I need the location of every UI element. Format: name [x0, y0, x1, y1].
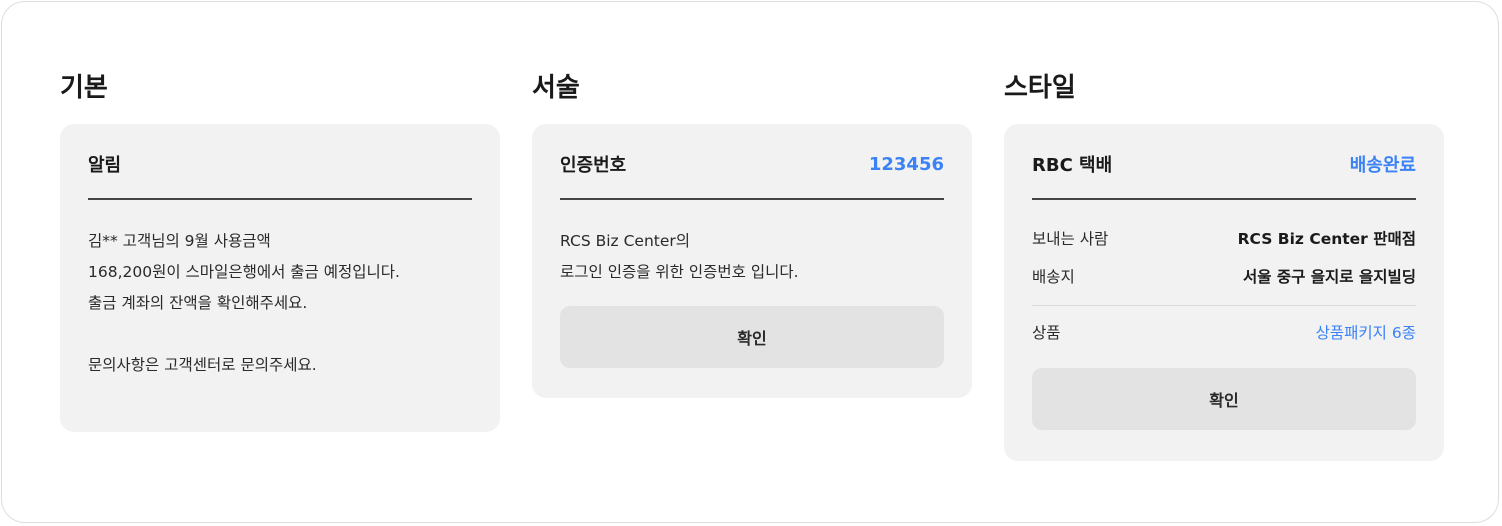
body-line: RCS Biz Center의 — [560, 232, 691, 250]
info-key: 보내는 사람 — [1032, 230, 1109, 248]
info-key: 상품 — [1032, 324, 1061, 342]
info-divider — [1032, 305, 1416, 306]
descriptive-card-body: RCS Biz Center의 로그인 인증을 위한 인증번호 입니다. — [560, 200, 944, 288]
info-value: RCS Biz Center 판매점 — [1237, 230, 1416, 248]
style-card-header: RBC 택배 배송완료 — [1032, 124, 1416, 200]
basic-card-body: 김** 고객님의 9월 사용금액 168,200원이 스마일은행에서 출금 예정… — [88, 200, 472, 381]
delivery-status: 배송완료 — [1349, 155, 1416, 176]
descriptive-card-header: 인증번호 123456 — [560, 124, 944, 200]
style-card: RBC 택배 배송완료 보내는 사람 RCS Biz Center 판매점 배송… — [1004, 124, 1444, 461]
body-spacer — [88, 319, 472, 350]
info-row-product: 상품 상품패키지 6종 — [1032, 316, 1416, 348]
info-row-address: 배송지 서울 중구 을지로 을지빌딩 — [1032, 257, 1416, 295]
style-confirm-button[interactable]: 확인 — [1032, 368, 1416, 430]
info-value: 서울 중구 을지로 을지빌딩 — [1242, 268, 1416, 286]
basic-card: 알림 김** 고객님의 9월 사용금액 168,200원이 스마일은행에서 출금… — [60, 124, 500, 432]
body-line: 문의사항은 고객센터로 문의주세요. — [88, 356, 317, 374]
basic-card-header: 알림 — [88, 124, 472, 200]
body-line: 김** 고객님의 9월 사용금액 — [88, 232, 271, 250]
section-title-descriptive: 서술 — [532, 73, 580, 103]
product-link[interactable]: 상품패키지 6종 — [1316, 321, 1416, 343]
info-row-sender: 보내는 사람 RCS Biz Center 판매점 — [1032, 219, 1416, 257]
style-card-title: RBC 택배 — [1032, 155, 1113, 176]
verification-code: 123456 — [868, 153, 944, 175]
descriptive-card: 인증번호 123456 RCS Biz Center의 로그인 인증을 위한 인… — [532, 124, 972, 398]
body-line: 168,200원이 스마일은행에서 출금 예정입니다. — [88, 263, 400, 281]
section-title-style: 스타일 — [1004, 73, 1076, 103]
body-line: 출금 계좌의 잔액을 확인해주세요. — [88, 294, 308, 312]
style-card-info: 보내는 사람 RCS Biz Center 판매점 배송지 서울 중구 을지로 … — [1032, 200, 1416, 348]
basic-card-title: 알림 — [88, 155, 122, 176]
descriptive-card-title: 인증번호 — [560, 155, 627, 176]
section-title-basic: 기본 — [60, 73, 108, 103]
body-line: 로그인 인증을 위한 인증번호 입니다. — [560, 263, 799, 281]
info-key: 배송지 — [1032, 268, 1075, 286]
descriptive-confirm-button[interactable]: 확인 — [560, 306, 944, 368]
